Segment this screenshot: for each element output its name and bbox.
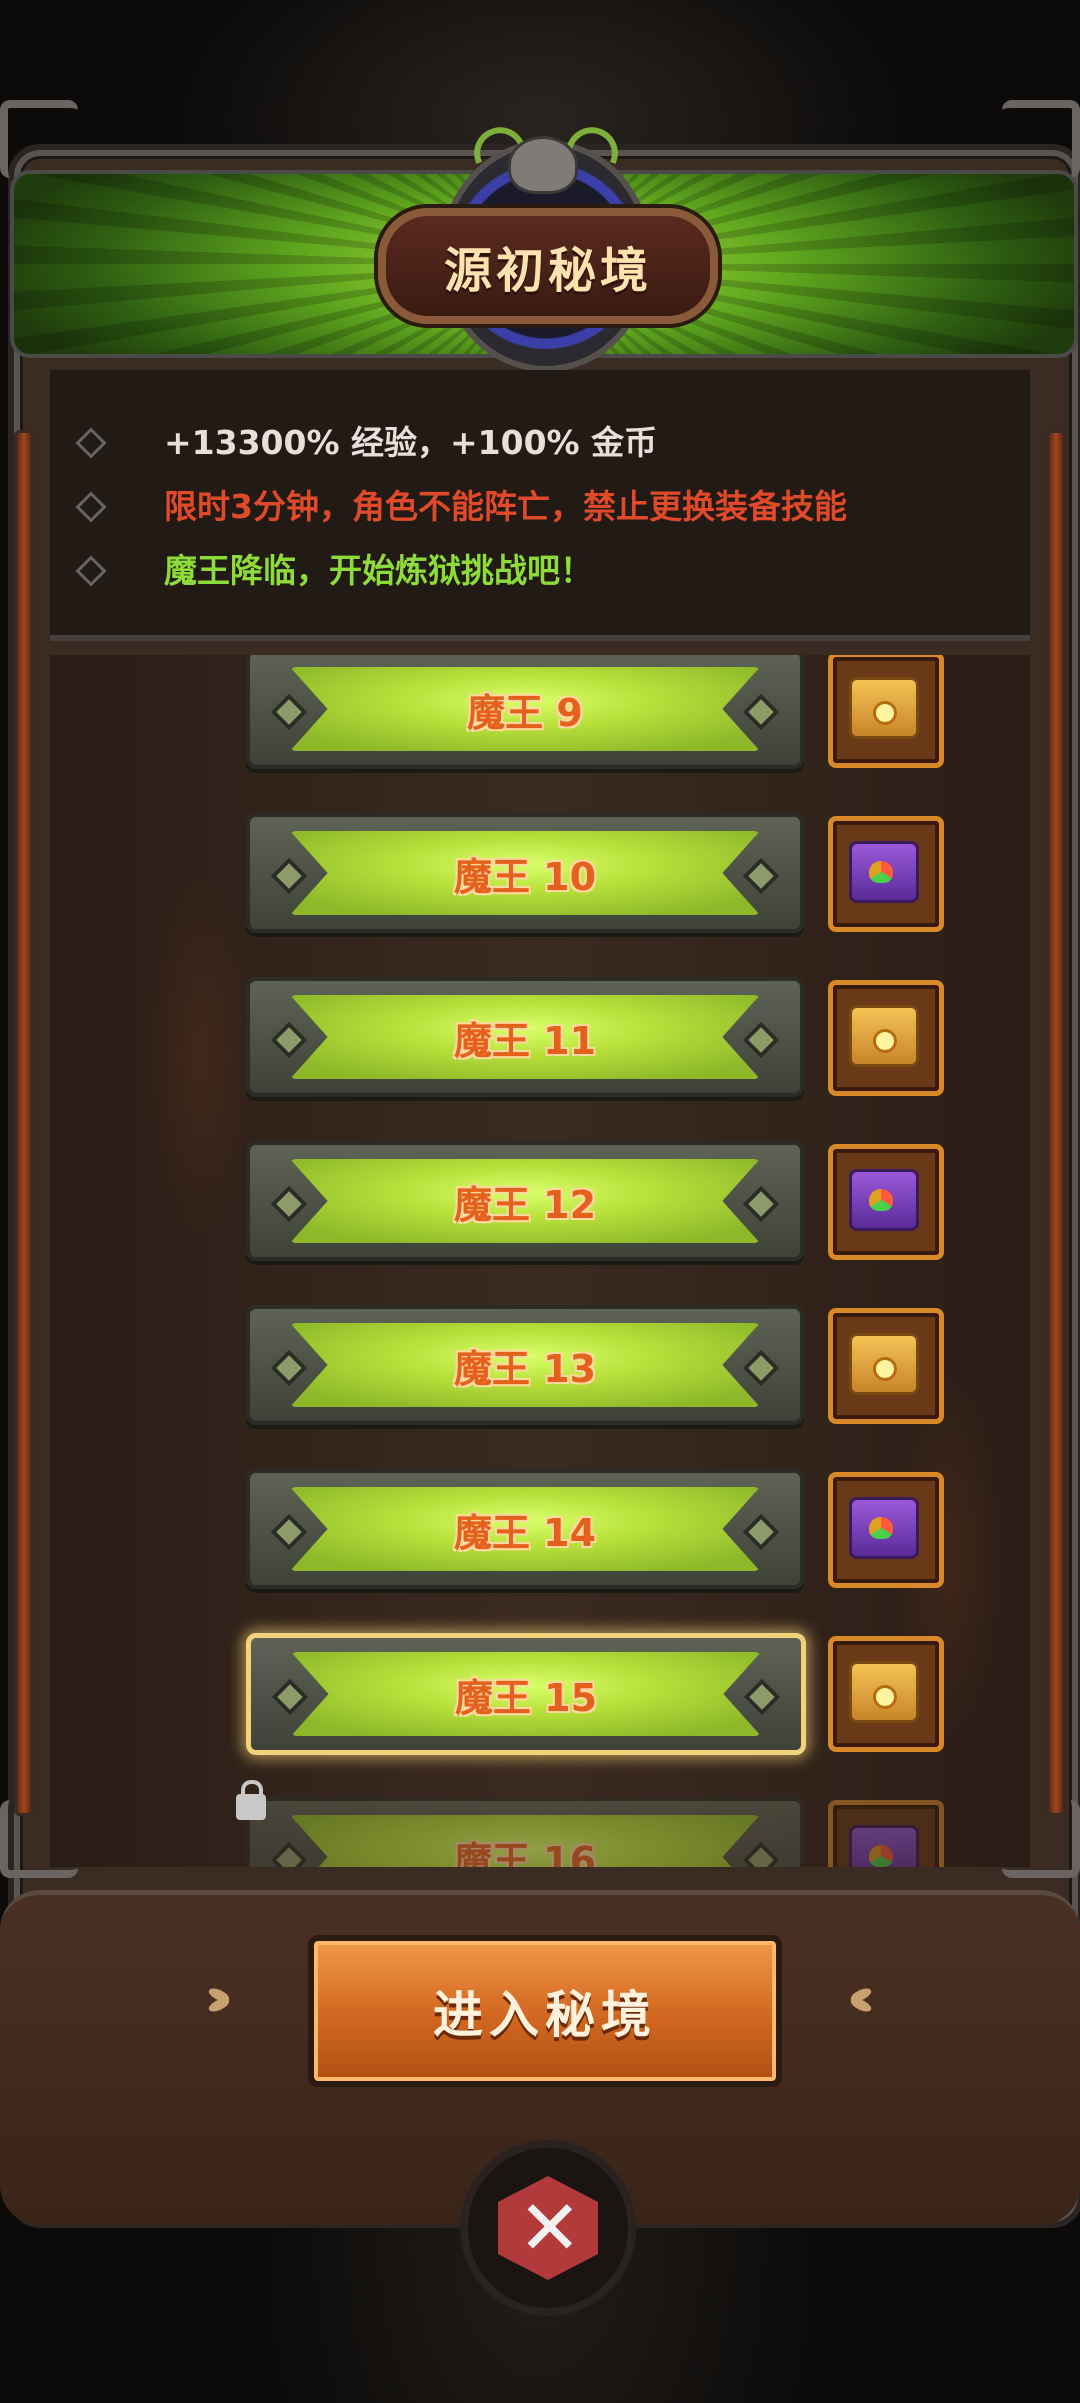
info-challenge-text: 魔王降临，开始炼狱挑战吧！ <box>164 551 593 590</box>
level-label: 魔王 10 <box>453 854 597 899</box>
level-label: 魔王 11 <box>453 1018 597 1063</box>
gold-chest-icon[interactable] <box>828 1308 944 1424</box>
level-row[interactable]: 魔王 9 <box>246 655 804 769</box>
level-banner: 魔王 12 <box>290 1159 760 1243</box>
close-crest-button[interactable]: ✕ <box>460 2140 636 2316</box>
enter-realm-label: 进入秘境 <box>433 1986 657 2044</box>
arrow-tip-icon <box>742 1841 780 1867</box>
level-label: 魔王 9 <box>467 690 583 735</box>
chest-gem <box>869 1845 893 1867</box>
purple-chest-icon[interactable] <box>828 1144 944 1260</box>
level-row[interactable]: 魔王 12 <box>246 1141 804 1261</box>
level-banner: 魔王 9 <box>290 667 760 751</box>
side-rail <box>1046 430 1066 1816</box>
arrow-tip-icon <box>270 1841 308 1867</box>
level-row[interactable]: 魔王 10 <box>246 813 804 933</box>
skull-icon <box>508 136 578 194</box>
level-list[interactable]: 魔王 9 魔王 10 魔王 11 魔王 12 魔王 13 魔王 14 魔王 15 魔王 16 <box>50 655 1030 1867</box>
arrow-tip-icon <box>742 1513 780 1551</box>
chest-gem <box>873 1029 897 1053</box>
chest-gem <box>869 1517 893 1539</box>
page-title: 源初秘境 <box>443 243 652 299</box>
leaf-ornament-icon <box>208 1990 238 2010</box>
arrow-tip-icon <box>742 1349 780 1387</box>
gold-chest-icon[interactable] <box>828 1636 944 1752</box>
frame-corner-ornament <box>0 100 78 178</box>
title-plate: 源初秘境 <box>378 208 718 324</box>
frame-corner-ornament <box>1002 100 1080 178</box>
arrow-tip-icon <box>270 1513 308 1551</box>
level-row[interactable]: 魔王 16 <box>246 1797 804 1867</box>
arrow-tip-icon <box>271 1678 309 1716</box>
arrow-tip-icon <box>270 1349 308 1387</box>
arrow-tip-icon <box>743 1678 781 1716</box>
info-rule-text: 限时3分钟，角色不能阵亡，禁止更换装备技能 <box>164 487 847 526</box>
level-banner: 魔王 15 <box>291 1652 761 1736</box>
level-banner: 魔王 16 <box>290 1815 760 1867</box>
level-row[interactable]: 魔王 13 <box>246 1305 804 1425</box>
chest-gem <box>869 1189 893 1211</box>
purple-chest-icon[interactable] <box>828 816 944 932</box>
purple-chest-icon[interactable] <box>828 1472 944 1588</box>
arrow-tip-icon <box>270 1021 308 1059</box>
level-banner: 魔王 11 <box>290 995 760 1079</box>
arrow-tip-icon <box>270 857 308 895</box>
lock-icon <box>236 1780 266 1820</box>
leaf-ornament-icon <box>842 1990 872 2010</box>
gold-chest-icon[interactable] <box>828 980 944 1096</box>
arrow-tip-icon <box>742 693 780 731</box>
purple-chest-icon[interactable] <box>828 1800 944 1867</box>
arrow-tip-icon <box>742 857 780 895</box>
level-row[interactable]: 魔王 14 <box>246 1469 804 1589</box>
info-bonus-text: +13300% 经验，+100% 金币 <box>164 423 658 462</box>
gold-chest-icon[interactable] <box>828 655 944 768</box>
level-row[interactable]: 魔王 15 <box>246 1633 806 1755</box>
level-banner: 魔王 13 <box>290 1323 760 1407</box>
level-banner: 魔王 14 <box>290 1487 760 1571</box>
level-label: 魔王 12 <box>453 1182 597 1227</box>
chest-gem <box>869 861 893 883</box>
arrow-tip-icon <box>742 1021 780 1059</box>
level-label: 魔王 14 <box>453 1510 597 1555</box>
level-row[interactable]: 魔王 11 <box>246 977 804 1097</box>
side-rail <box>14 430 34 1816</box>
level-banner: 魔王 10 <box>290 831 760 915</box>
level-label: 魔王 16 <box>453 1838 597 1868</box>
chest-gem <box>873 701 897 725</box>
arrow-tip-icon <box>742 1185 780 1223</box>
level-label: 魔王 13 <box>453 1346 597 1391</box>
arrow-tip-icon <box>270 693 308 731</box>
level-label: 魔王 15 <box>454 1675 598 1720</box>
close-crest-icon: ✕ <box>518 2183 582 2272</box>
chest-gem <box>873 1357 897 1381</box>
enter-realm-button[interactable]: 进入秘境 <box>308 1935 782 2087</box>
arrow-tip-icon <box>270 1185 308 1223</box>
chest-gem <box>873 1685 897 1709</box>
